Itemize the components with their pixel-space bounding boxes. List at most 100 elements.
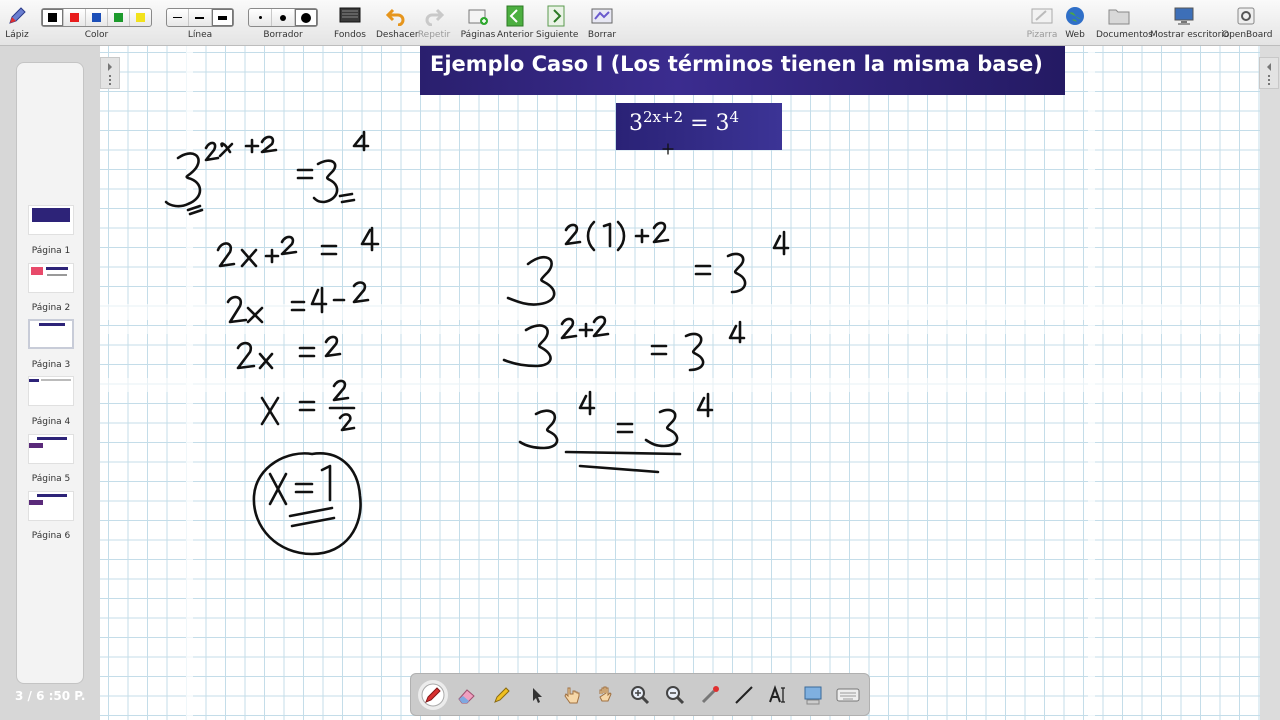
capture-icon[interactable] [798,680,828,710]
show-desktop-button[interactable]: Mostrar escritorio [1150,0,1230,46]
cursor-crosshair-icon [662,143,674,155]
line-thick-button[interactable] [211,9,233,26]
line-medium-button[interactable] [189,9,212,26]
page-sidebar: Página 1 Página 2 Página 3 Página 4 Pági… [0,46,100,720]
previous-label: Anterior [497,30,534,40]
backgrounds-button[interactable]: Fondos [330,0,370,46]
eraser-tool-icon[interactable] [452,680,482,710]
line-label: Línea [187,30,213,40]
pointer-icon[interactable] [522,680,552,710]
web-button[interactable]: Web [1060,0,1090,46]
color-red-button[interactable] [64,9,86,26]
page-thumbnail-1[interactable] [28,205,74,235]
whiteboard-canvas[interactable]: Ejemplo Caso I (Los términos tienen la m… [100,46,1260,720]
zoom-in-icon[interactable] [625,680,655,710]
line-thin-button[interactable] [167,9,190,26]
page-thumbnail-2[interactable] [28,263,74,293]
color-label: Color [84,30,109,40]
eraser-small-button[interactable] [249,9,272,26]
eraser-size-selector [248,8,318,27]
line-tool-icon[interactable] [729,680,759,710]
pan-hand-icon[interactable] [591,680,621,710]
page-thumbnail-3[interactable] [28,319,74,349]
undo-button[interactable]: Deshacer [376,0,419,46]
pen-icon [6,5,28,27]
keyboard-icon[interactable] [833,680,863,710]
color-swatches [41,8,152,27]
documents-label: Documentos [1096,30,1153,40]
eraser-group: Borrador [248,0,318,46]
page-thumbnail-4[interactable] [28,376,74,406]
thumbnail-panel: Página 1 Página 2 Página 3 Página 4 Pági… [16,62,84,684]
documents-button[interactable]: Documentos [1096,0,1153,46]
redo-button[interactable]: Repetir [416,0,452,46]
ink-equation-5 [260,379,356,432]
interact-hand-icon[interactable] [557,680,587,710]
pen-label: Lápiz [5,30,29,40]
page-thumbnail-5[interactable] [28,434,74,464]
top-toolbar: Lápiz Color Línea Borrador Fondos Deshac… [0,0,1280,46]
ink-equation-1 [164,130,370,216]
ink-equation-2 [216,226,380,268]
pages-label: Páginas [460,30,496,40]
show-desktop-label: Mostrar escritorio [1150,30,1230,40]
pages-icon [467,5,489,27]
clear-button[interactable]: Borrar [584,0,620,46]
clear-label: Borrar [587,30,617,40]
color-group: Color [40,0,153,46]
ink-equation-4 [236,335,342,370]
page-counter: 3 / 6 :50 P. [15,689,86,703]
right-panel-toggle-handle[interactable] [1259,57,1279,89]
page-label-6: Página 6 [31,531,71,541]
globe-icon [1064,5,1086,27]
color-green-button[interactable] [108,9,130,26]
text-tool-icon[interactable] [763,680,793,710]
next-button[interactable]: Siguiente [536,0,579,46]
eraser-label: Borrador [263,30,303,40]
color-blue-button[interactable] [86,9,108,26]
line-width-selector [166,8,234,27]
handwriting-layer [164,130,790,556]
web-label: Web [1065,30,1085,40]
ink-equation-6 [506,220,790,306]
next-icon [545,5,567,27]
undo-icon [385,5,407,27]
eraser-large-button[interactable] [295,9,317,26]
openboard-button[interactable]: OpenBoard [1222,0,1273,46]
folder-icon [1108,5,1130,27]
line-group: Línea [166,0,234,46]
undo-label: Deshacer [376,30,419,40]
board-button[interactable]: Pizarra [1024,0,1060,46]
backgrounds-label: Fondos [334,30,366,40]
sidebar-toggle-handle[interactable] [100,57,120,89]
ink-equation-3 [226,281,370,324]
redo-label: Repetir [417,30,451,40]
next-label: Siguiente [536,30,579,40]
openboard-label: OpenBoard [1222,30,1273,40]
pen-tool-icon[interactable] [418,680,448,710]
page-thumbnail-6[interactable] [28,491,74,521]
previous-button[interactable]: Anterior [497,0,533,46]
ink-equation-7 [502,315,746,372]
pages-button[interactable]: Páginas [460,0,496,46]
laser-pointer-icon[interactable] [695,680,725,710]
page-label-5: Página 5 [31,474,71,484]
pen-button[interactable]: Lápiz [2,0,32,46]
page-label-3: Página 3 [31,360,71,370]
ink-equation-8 [518,390,714,474]
board-icon [1031,5,1053,27]
color-yellow-button[interactable] [130,9,151,26]
settings-icon [1235,5,1257,27]
board-label: Pizarra [1026,30,1058,40]
page-label-1: Página 1 [31,246,71,256]
eraser-medium-button[interactable] [272,9,295,26]
zoom-out-icon[interactable] [660,680,690,710]
redo-icon [423,5,445,27]
color-black-button[interactable] [42,9,64,26]
previous-icon [504,5,526,27]
highlighter-icon[interactable] [487,680,517,710]
desktop-icon [1173,5,1195,27]
right-panel-strip [1260,46,1280,720]
ink-boxed-answer [252,452,362,556]
page-label-4: Página 4 [31,417,71,427]
